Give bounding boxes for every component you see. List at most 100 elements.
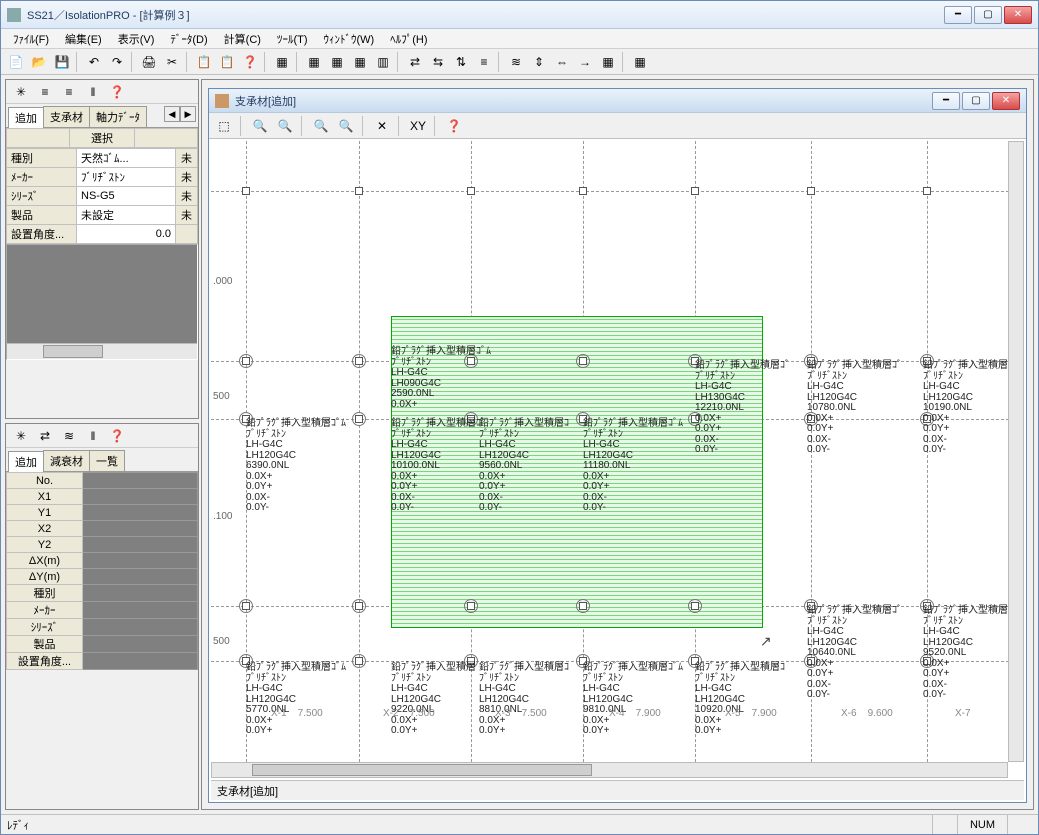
child-max-button[interactable]: ▢	[962, 92, 990, 110]
prop-btn[interactable]: 未	[176, 187, 198, 206]
prop-btn[interactable]: 未	[176, 206, 198, 225]
toolbar-btn-15[interactable]: ⇄	[404, 51, 426, 73]
list-val[interactable]	[83, 619, 198, 636]
toolbar-btn-22[interactable]: →	[574, 51, 596, 73]
menu-edit[interactable]: 編集(E)	[57, 29, 110, 49]
child-tb-0[interactable]: ⬚	[213, 115, 235, 137]
toolbar-btn-6[interactable]: ✂	[161, 51, 183, 73]
toolbar-btn-10[interactable]: ▦	[271, 51, 293, 73]
close-button[interactable]: ✕	[1004, 6, 1032, 24]
lt-tb-btn-0[interactable]: ✳	[10, 81, 32, 103]
list-val[interactable]	[83, 569, 198, 585]
tab2-gensui[interactable]: 減衰材	[43, 450, 90, 471]
lt-tb-btn-2[interactable]: ≡	[58, 81, 80, 103]
list-val[interactable]	[83, 505, 198, 521]
list-val[interactable]	[83, 653, 198, 670]
support-marker[interactable]	[576, 354, 590, 368]
lb-tb-btn-3[interactable]: ‖	[82, 425, 104, 447]
maximize-button[interactable]: ▢	[974, 6, 1002, 24]
toolbar-btn-18[interactable]: ≡	[473, 51, 495, 73]
preview-hscroll[interactable]	[7, 343, 197, 359]
support-marker[interactable]	[464, 599, 478, 613]
toolbar-btn-1[interactable]: 📂	[28, 51, 50, 73]
lb-tb-btn-1[interactable]: ⇄	[34, 425, 56, 447]
child-close-button[interactable]: ✕	[992, 92, 1020, 110]
toolbar-btn-4[interactable]: ↷	[106, 51, 128, 73]
list-val[interactable]	[83, 553, 198, 569]
list-val[interactable]	[83, 473, 198, 489]
support-marker[interactable]	[352, 354, 366, 368]
list-val[interactable]	[83, 537, 198, 553]
toolbar-btn-23[interactable]: ▦	[597, 51, 619, 73]
menu-file[interactable]: ﾌｧｲﾙ(F)	[5, 29, 57, 49]
support-marker[interactable]	[576, 599, 590, 613]
child-tb-4[interactable]: 🔍	[335, 115, 357, 137]
child-tb-7[interactable]: ❓	[443, 115, 465, 137]
child-min-button[interactable]: ━	[932, 92, 960, 110]
grid-node[interactable]	[579, 187, 587, 195]
child-tb-3[interactable]: 🔍	[310, 115, 332, 137]
tab-nav-right[interactable]: ▶	[180, 106, 196, 122]
tab-nav-left[interactable]: ◀	[164, 106, 180, 122]
plan-canvas[interactable]: 鉛ﾌﾟﾗｸﾞ挿入型積層ｺﾞﾑﾌﾞﾘﾁﾞｽﾄﾝLH-G4CLH090G4C2590…	[211, 141, 1024, 762]
canvas-vscroll[interactable]	[1008, 141, 1024, 762]
tab2-list[interactable]: 一覧	[89, 450, 125, 471]
toolbar-btn-21[interactable]: ⇔	[551, 51, 573, 73]
grid-node[interactable]	[807, 187, 815, 195]
minimize-button[interactable]: ━	[944, 6, 972, 24]
toolbar-btn-24[interactable]: ▦	[629, 51, 651, 73]
menu-view[interactable]: 表示(V)	[110, 29, 163, 49]
toolbar-btn-5[interactable]: 🖨	[138, 51, 160, 73]
tab-shisho[interactable]: 支承材	[43, 106, 90, 127]
grid-node[interactable]	[355, 187, 363, 195]
menu-help[interactable]: ﾍﾙﾌﾟ(H)	[382, 29, 435, 49]
menu-tool[interactable]: ﾂｰﾙ(T)	[269, 29, 316, 49]
toolbar-btn-17[interactable]: ⇅	[450, 51, 472, 73]
tab-add[interactable]: 追加	[8, 107, 44, 128]
lb-tb-btn-0[interactable]: ✳	[10, 425, 32, 447]
grid-node[interactable]	[691, 187, 699, 195]
child-tb-2[interactable]: 🔍	[274, 115, 296, 137]
menu-window[interactable]: ｳｨﾝﾄﾞｳ(W)	[316, 29, 383, 49]
toolbar-btn-14[interactable]: ▥	[372, 51, 394, 73]
toolbar-btn-19[interactable]: ≋	[505, 51, 527, 73]
lt-tb-btn-3[interactable]: ‖	[82, 81, 104, 103]
tab2-add[interactable]: 追加	[8, 451, 44, 472]
grid-node[interactable]	[923, 187, 931, 195]
child-tb-1[interactable]: 🔍	[249, 115, 271, 137]
grid-node[interactable]	[242, 187, 250, 195]
grid-node[interactable]	[467, 187, 475, 195]
lb-tb-btn-4[interactable]: ❓	[106, 425, 128, 447]
lb-tb-btn-2[interactable]: ≋	[58, 425, 80, 447]
toolbar-btn-3[interactable]: ↶	[83, 51, 105, 73]
list-val[interactable]	[83, 602, 198, 619]
toolbar-btn-13[interactable]: ▦	[349, 51, 371, 73]
toolbar-btn-11[interactable]: ▦	[303, 51, 325, 73]
toolbar-btn-20[interactable]: ⇕	[528, 51, 550, 73]
menu-data[interactable]: ﾃﾞｰﾀ(D)	[162, 29, 215, 49]
canvas-hscroll[interactable]	[211, 762, 1008, 778]
prop-val[interactable]: 天然ｺﾞﾑ...	[77, 149, 176, 168]
support-marker[interactable]	[352, 654, 366, 668]
toolbar-btn-9[interactable]: ❓	[239, 51, 261, 73]
list-val[interactable]	[83, 585, 198, 602]
support-marker[interactable]	[688, 599, 702, 613]
list-val[interactable]	[83, 521, 198, 537]
prop-btn[interactable]: 未	[176, 149, 198, 168]
toolbar-btn-12[interactable]: ▦	[326, 51, 348, 73]
child-tb-6[interactable]: XY	[407, 115, 429, 137]
child-tb-5[interactable]: ✕	[371, 115, 393, 137]
prop-btn[interactable]	[176, 225, 198, 244]
support-marker[interactable]	[352, 599, 366, 613]
lt-tb-btn-4[interactable]: ❓	[106, 81, 128, 103]
toolbar-btn-2[interactable]: 💾	[51, 51, 73, 73]
prop-val[interactable]: 未設定	[77, 206, 176, 225]
support-marker[interactable]	[239, 599, 253, 613]
menu-calc[interactable]: 計算(C)	[216, 29, 269, 49]
tab-axial[interactable]: 軸力ﾃﾞｰﾀ	[89, 106, 147, 127]
toolbar-btn-7[interactable]: 📋	[193, 51, 215, 73]
support-marker[interactable]	[352, 412, 366, 426]
prop-val[interactable]: NS-G5	[77, 187, 176, 206]
toolbar-btn-0[interactable]: 📄	[5, 51, 27, 73]
lt-tb-btn-1[interactable]: ≡	[34, 81, 56, 103]
